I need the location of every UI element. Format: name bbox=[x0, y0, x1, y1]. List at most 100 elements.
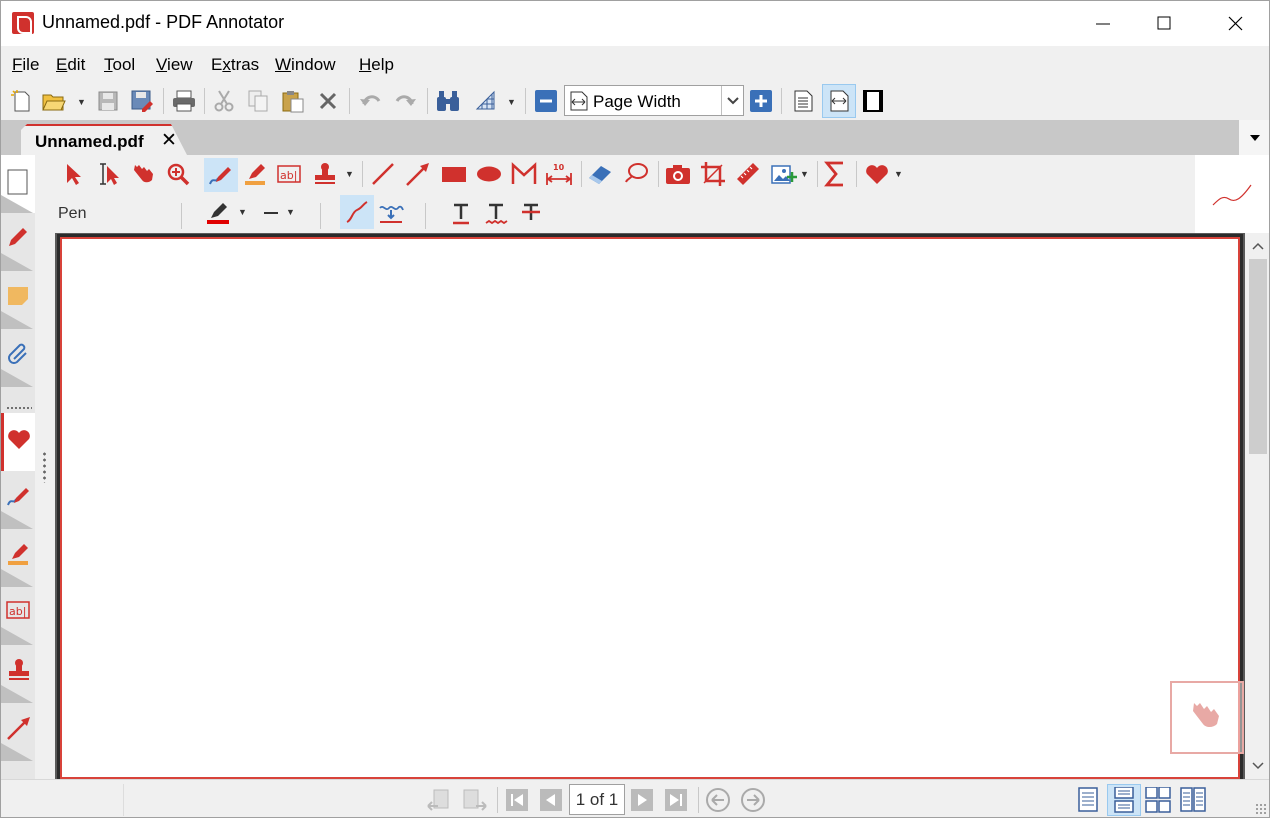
resize-grip[interactable] bbox=[1255, 803, 1267, 815]
underline-text-button[interactable] bbox=[445, 197, 477, 229]
save-button[interactable] bbox=[93, 86, 123, 116]
close-tab-icon[interactable]: ✕ bbox=[161, 129, 177, 152]
zoom-in-button[interactable] bbox=[746, 86, 776, 116]
polygon-tool-button[interactable] bbox=[508, 158, 540, 190]
measure-tool-button[interactable] bbox=[732, 158, 764, 190]
sidebar-highlighter-item[interactable] bbox=[1, 529, 35, 587]
zoom-dropdown-button[interactable] bbox=[721, 86, 743, 115]
line-width-dropdown-arrow[interactable]: ▼ bbox=[286, 207, 295, 217]
vertical-scrollbar[interactable] bbox=[1245, 233, 1269, 779]
print-button[interactable] bbox=[169, 86, 199, 116]
full-screen-button[interactable] bbox=[858, 86, 888, 116]
cut-button[interactable] bbox=[209, 86, 239, 116]
menu-window[interactable]: Window bbox=[275, 55, 335, 75]
sidebar-note-item[interactable] bbox=[1, 271, 35, 329]
last-page-button[interactable] bbox=[662, 786, 690, 814]
back-button[interactable] bbox=[704, 786, 732, 814]
menu-extras[interactable]: Extras bbox=[211, 55, 259, 75]
new-document-button[interactable] bbox=[7, 86, 37, 116]
zoom-select[interactable]: Page Width bbox=[564, 85, 744, 116]
crop-tool-button[interactable] bbox=[697, 158, 729, 190]
text-select-tool-button[interactable] bbox=[92, 158, 124, 190]
menu-file[interactable]: File bbox=[12, 55, 39, 75]
favorites-tool-button[interactable] bbox=[861, 158, 893, 190]
tab-list-dropdown[interactable] bbox=[1239, 120, 1269, 155]
grid-button[interactable] bbox=[471, 86, 501, 116]
squiggly-text-button[interactable] bbox=[480, 197, 512, 229]
next-page-button[interactable] bbox=[628, 786, 656, 814]
line-width-button[interactable] bbox=[255, 197, 287, 229]
pen-tool-button[interactable] bbox=[204, 158, 238, 192]
dimension-tool-button[interactable]: 10 bbox=[543, 158, 575, 190]
next-view-button[interactable] bbox=[461, 786, 489, 814]
open-document-button[interactable] bbox=[39, 86, 69, 116]
stamp-dropdown-arrow[interactable]: ▼ bbox=[345, 169, 354, 179]
first-page-button[interactable] bbox=[503, 786, 531, 814]
forward-button[interactable] bbox=[739, 786, 767, 814]
pen-color-dropdown-arrow[interactable]: ▼ bbox=[238, 207, 247, 217]
paste-button[interactable] bbox=[278, 86, 308, 116]
stamp-tool-button[interactable] bbox=[309, 158, 341, 190]
continuous-layout-button[interactable] bbox=[1107, 784, 1141, 816]
copy-button[interactable] bbox=[243, 86, 273, 116]
zoom-out-button[interactable] bbox=[531, 86, 561, 116]
scroll-thumb[interactable] bbox=[1249, 259, 1267, 454]
redo-button[interactable] bbox=[390, 86, 420, 116]
sidebar-attachment-item[interactable] bbox=[1, 329, 35, 387]
snap-line-button[interactable] bbox=[375, 197, 407, 229]
page-number-input[interactable]: 1 of 1 bbox=[569, 784, 625, 815]
scroll-up-button[interactable] bbox=[1245, 233, 1269, 259]
highlighter-tool-button[interactable] bbox=[240, 158, 272, 190]
scroll-down-button[interactable] bbox=[1245, 753, 1269, 779]
open-dropdown-arrow[interactable]: ▼ bbox=[77, 97, 86, 107]
sidebar-page-item[interactable] bbox=[1, 155, 35, 213]
grid-dropdown-arrow[interactable]: ▼ bbox=[507, 97, 516, 107]
rectangle-tool-button[interactable] bbox=[438, 158, 470, 190]
menu-edit[interactable]: Edit bbox=[56, 55, 85, 75]
splitter-grip-icon[interactable] bbox=[42, 451, 47, 483]
sidebar-arrow-item[interactable] bbox=[1, 703, 35, 761]
eraser-tool-button[interactable] bbox=[585, 158, 617, 190]
single-page-layout-button[interactable] bbox=[1074, 786, 1102, 814]
undo-button[interactable] bbox=[356, 86, 386, 116]
favorites-dropdown-arrow[interactable]: ▼ bbox=[894, 169, 903, 179]
fit-page-button[interactable] bbox=[788, 86, 818, 116]
insert-dropdown-arrow[interactable]: ▼ bbox=[800, 169, 809, 179]
smooth-pen-button[interactable] bbox=[340, 195, 374, 229]
menu-tool[interactable]: Tool bbox=[104, 55, 135, 75]
formula-tool-button[interactable] bbox=[819, 158, 851, 190]
zoom-tool-button[interactable] bbox=[162, 158, 194, 190]
ellipse-tool-button[interactable] bbox=[473, 158, 505, 190]
previous-page-button[interactable] bbox=[537, 786, 565, 814]
facing-continuous-layout-button[interactable] bbox=[1144, 786, 1172, 814]
facing-layout-button[interactable] bbox=[1179, 786, 1207, 814]
sidebar-stamp-item[interactable] bbox=[1, 645, 35, 703]
fit-width-button[interactable] bbox=[822, 84, 856, 118]
line-tool-button[interactable] bbox=[367, 158, 399, 190]
menu-view[interactable]: View bbox=[156, 55, 193, 75]
document-tab[interactable]: Unnamed.pdf ✕ bbox=[21, 124, 187, 155]
previous-view-button[interactable] bbox=[425, 786, 453, 814]
close-window-button[interactable] bbox=[1212, 1, 1258, 46]
select-tool-button[interactable] bbox=[57, 158, 89, 190]
sidebar-text-item[interactable]: ab| bbox=[1, 587, 35, 645]
menu-help[interactable]: Help bbox=[359, 55, 394, 75]
minimize-button[interactable] bbox=[1080, 1, 1126, 46]
document-view[interactable] bbox=[55, 233, 1245, 782]
maximize-button[interactable] bbox=[1141, 1, 1187, 46]
hand-mode-indicator[interactable] bbox=[1170, 681, 1244, 754]
hand-tool-button[interactable] bbox=[127, 158, 159, 190]
lasso-tool-button[interactable] bbox=[620, 158, 652, 190]
save-as-button[interactable] bbox=[127, 86, 157, 116]
pen-color-button[interactable] bbox=[202, 197, 234, 229]
arrow-tool-button[interactable] bbox=[402, 158, 434, 190]
sidebar-favorites-item[interactable] bbox=[1, 413, 35, 471]
strikeout-text-button[interactable] bbox=[515, 197, 547, 229]
insert-image-tool-button[interactable] bbox=[768, 158, 800, 190]
delete-button[interactable] bbox=[313, 86, 343, 116]
sidebar-marker-item[interactable] bbox=[1, 213, 35, 271]
pdf-page[interactable] bbox=[57, 234, 1243, 782]
text-tool-button[interactable]: ab| bbox=[274, 158, 306, 190]
sidebar-pen-item[interactable] bbox=[1, 471, 35, 529]
find-button[interactable] bbox=[433, 86, 463, 116]
